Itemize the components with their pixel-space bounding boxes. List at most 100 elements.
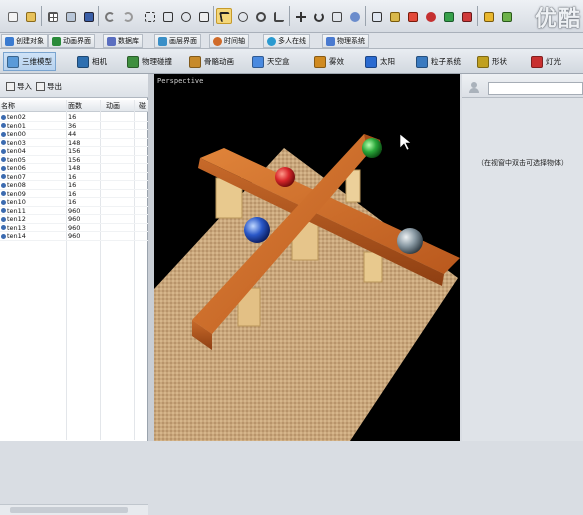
- table-row[interactable]: ten04 156: [0, 147, 148, 156]
- undo-icon[interactable]: [101, 8, 117, 24]
- render-icon[interactable]: [404, 8, 420, 24]
- particle-icon: [416, 55, 428, 68]
- preview-icon[interactable]: [458, 8, 474, 24]
- save-file-icon[interactable]: [498, 8, 514, 24]
- object-type-tab-bar: 三维模型 相机 物理碰撞 骨骼动画 天空盒 雾效 太阳 粒子系统 形状 灯光: [0, 49, 583, 74]
- blue-ball[interactable]: [244, 217, 270, 243]
- select-icon[interactable]: [141, 8, 157, 24]
- green-ball[interactable]: [362, 138, 382, 158]
- create-object-icon: [5, 36, 14, 46]
- red-ball[interactable]: [275, 167, 295, 187]
- table-row[interactable]: ten02 16: [0, 113, 148, 122]
- layer-ui-icon: [158, 36, 167, 46]
- table-row[interactable]: ten11 960: [0, 207, 148, 215]
- collision-icon: [127, 55, 139, 68]
- tab-timeline[interactable]: 时间轴: [209, 34, 249, 48]
- tab-sun[interactable]: 太阳: [362, 52, 398, 71]
- skybox-icon: [252, 55, 264, 68]
- move-arrow-icon[interactable]: [216, 8, 232, 24]
- light-bulb-icon[interactable]: [440, 8, 456, 24]
- database-icon: [107, 36, 116, 46]
- open-file-icon[interactable]: [22, 8, 38, 24]
- camera-tab-icon: [77, 55, 89, 68]
- column-name[interactable]: 名称: [1, 101, 15, 111]
- table-row[interactable]: ten14 960: [0, 232, 148, 241]
- gray-ball[interactable]: [397, 228, 423, 254]
- tab-create-object[interactable]: 创建对象: [1, 34, 48, 48]
- tab-animation-ui[interactable]: 动画界面: [48, 34, 95, 48]
- export-button[interactable]: 导出: [33, 79, 65, 93]
- scale-icon[interactable]: [195, 8, 211, 24]
- object-list: ten02 16 ten01 36 ten00 44 ten03 148 ten04 15…: [0, 113, 148, 241]
- table-row[interactable]: ten05 156: [0, 156, 148, 164]
- table-row[interactable]: ten07 16: [0, 173, 148, 181]
- model-node-icon: [1, 131, 6, 137]
- layers-icon[interactable]: [62, 8, 78, 24]
- table-row[interactable]: ten03 148: [0, 139, 148, 147]
- camera-icon[interactable]: [422, 8, 438, 24]
- tab-3d-model[interactable]: 三维模型: [3, 52, 56, 71]
- tab-particle-system[interactable]: 粒子系统: [413, 52, 464, 71]
- import-icon: [6, 81, 15, 91]
- object-list-header: 名称 面数 动画 碰: [0, 100, 148, 112]
- object-list-panel: 导入 导出 名称 面数 动画 碰 ten02 16 ten01 36 ten00 44…: [0, 74, 148, 515]
- grid-icon[interactable]: [44, 8, 60, 24]
- table-icon[interactable]: [80, 8, 96, 24]
- table-row[interactable]: ten10 16: [0, 198, 148, 207]
- tab-layer-ui[interactable]: 画层界面: [154, 34, 201, 48]
- window-icon[interactable]: [368, 8, 384, 24]
- table-row[interactable]: ten00 44: [0, 130, 148, 139]
- 3d-model-icon: [7, 55, 19, 68]
- column-collision[interactable]: 碰: [139, 101, 146, 111]
- model-node-icon: [1, 140, 6, 146]
- tab-physics-system[interactable]: 物理系统: [322, 34, 369, 48]
- tab-physics-collision[interactable]: 物理碰撞: [124, 52, 175, 71]
- animation-ui-icon: [52, 36, 61, 46]
- new-file-icon[interactable]: [4, 8, 20, 24]
- tab-light[interactable]: 灯光: [528, 52, 564, 71]
- zoom-icon[interactable]: [252, 8, 268, 24]
- rect-select-icon[interactable]: [159, 8, 175, 24]
- support-post: [363, 251, 383, 283]
- material-icon[interactable]: [386, 8, 402, 24]
- model-node-icon: [1, 182, 6, 188]
- globe-icon: [267, 36, 276, 46]
- rotate-icon[interactable]: [310, 8, 326, 24]
- table-row[interactable]: ten01 36: [0, 122, 148, 130]
- tab-multiplayer[interactable]: 多人在线: [263, 34, 310, 48]
- user-icon[interactable]: [468, 81, 480, 93]
- object-name-field[interactable]: [488, 82, 583, 95]
- help-icon[interactable]: [346, 8, 362, 24]
- column-animation[interactable]: 动画: [106, 101, 120, 111]
- model-node-icon: [1, 191, 6, 197]
- tab-skybox[interactable]: 天空盒: [249, 52, 293, 71]
- model-node-icon: [1, 165, 6, 171]
- tab-shape[interactable]: 形状: [474, 52, 510, 71]
- rotate-view-icon[interactable]: [234, 8, 250, 24]
- properties-header: [462, 74, 583, 98]
- table-row[interactable]: ten08 16: [0, 181, 148, 190]
- lasso-select-icon[interactable]: [177, 8, 193, 24]
- selection-hint: （在视窗中双击可选择物体）: [477, 159, 568, 167]
- import-button[interactable]: 导入: [3, 79, 35, 93]
- tab-fog[interactable]: 雾效: [311, 52, 347, 71]
- redo-icon[interactable]: [119, 8, 135, 24]
- table-row[interactable]: ten12 960: [0, 215, 148, 224]
- settings-icon[interactable]: [328, 8, 344, 24]
- model-node-icon: [1, 148, 6, 154]
- horizontal-scrollbar[interactable]: [0, 504, 148, 515]
- column-faces[interactable]: 面数: [68, 101, 82, 111]
- table-row[interactable]: ten09 16: [0, 190, 148, 198]
- tab-camera[interactable]: 相机: [74, 52, 110, 71]
- tab-database[interactable]: 数据库: [103, 34, 143, 48]
- 3d-viewport[interactable]: Perspective: [154, 74, 460, 441]
- translate-icon[interactable]: [292, 8, 308, 24]
- model-node-icon: [1, 174, 6, 180]
- video-watermark: 优酷: [534, 7, 581, 32]
- pan-icon[interactable]: [270, 8, 286, 24]
- table-row[interactable]: ten13 960: [0, 224, 148, 232]
- tab-skeletal-animation[interactable]: 骨骼动画: [186, 52, 237, 71]
- export-icon[interactable]: [480, 8, 496, 24]
- scrollbar-thumb[interactable]: [10, 507, 128, 513]
- table-row[interactable]: ten06 148: [0, 164, 148, 173]
